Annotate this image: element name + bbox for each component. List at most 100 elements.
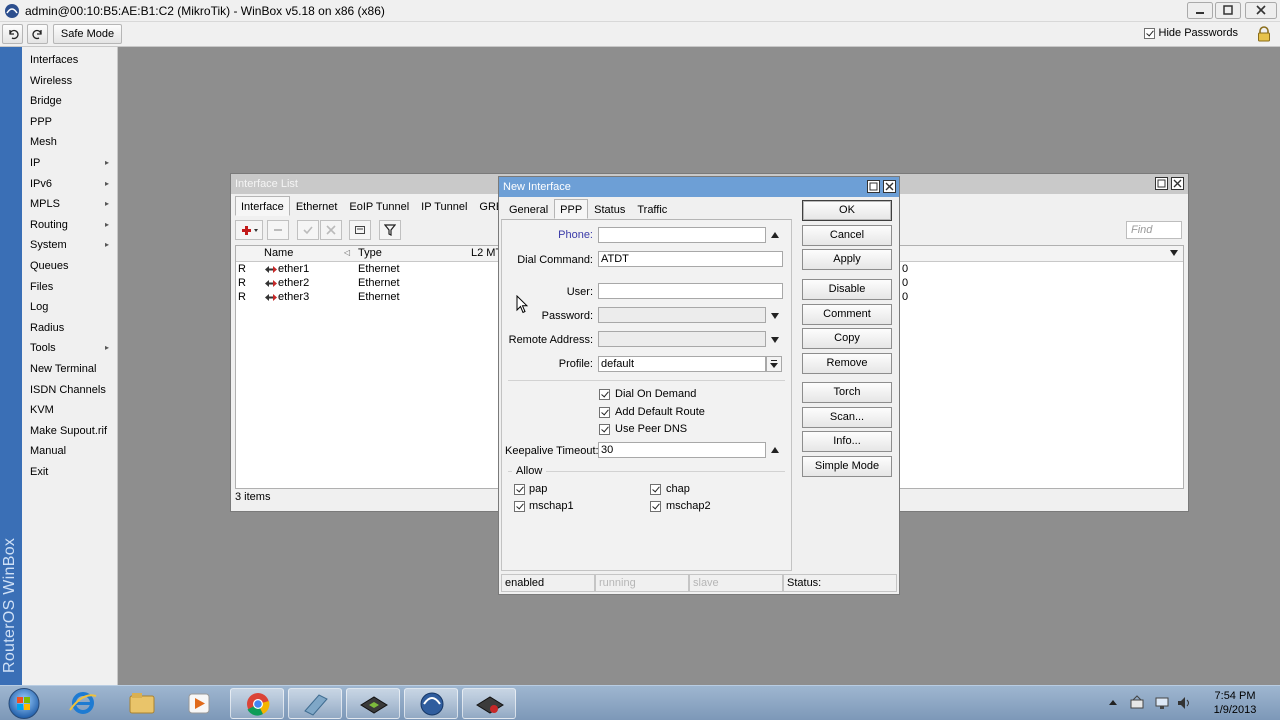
use-peer-dns-checkbox[interactable] <box>599 424 610 435</box>
menu-item-new-terminal[interactable]: New Terminal <box>22 359 118 379</box>
password-input[interactable] <box>598 307 766 323</box>
comment-button-dialog[interactable]: Comment <box>802 304 892 325</box>
dialog-maximize-button[interactable] <box>867 180 880 193</box>
apply-button[interactable]: Apply <box>802 249 892 270</box>
tab-traffic[interactable]: Traffic <box>631 199 673 219</box>
tab-ethernet[interactable]: Ethernet <box>290 196 344 216</box>
disable-button-dialog[interactable]: Disable <box>802 279 892 300</box>
menu-item-ipv6[interactable]: IPv6 ▸ <box>22 174 118 194</box>
interface-list-close-button[interactable] <box>1171 177 1184 190</box>
password-dropdown-icon[interactable] <box>771 313 779 319</box>
tab-general[interactable]: General <box>503 199 554 219</box>
taskbar-winbox-app[interactable] <box>288 688 342 719</box>
ethernet-port-icon <box>264 292 278 306</box>
start-button[interactable] <box>3 687 45 720</box>
menu-item-interfaces[interactable]: Interfaces <box>22 50 118 70</box>
info-button[interactable]: Info... <box>802 431 892 452</box>
ok-button[interactable]: OK <box>802 200 892 221</box>
taskbar-chrome[interactable] <box>230 688 284 719</box>
pap-checkbox[interactable] <box>514 484 525 495</box>
taskbar-file-explorer[interactable] <box>115 688 169 719</box>
torch-button[interactable]: Torch <box>802 382 892 403</box>
cancel-button[interactable]: Cancel <box>802 225 892 246</box>
taskbar-clock[interactable]: 7:54 PM 1/9/2013 <box>1206 689 1264 717</box>
taskbar: 7:54 PM 1/9/2013 <box>0 685 1280 720</box>
minimize-button[interactable] <box>1187 2 1213 19</box>
menu-item-system[interactable]: System ▸ <box>22 235 118 255</box>
redo-button[interactable] <box>27 24 48 44</box>
maximize-button[interactable] <box>1215 2 1241 19</box>
remote-address-dropdown-icon[interactable] <box>771 337 779 343</box>
hide-passwords-checkbox[interactable] <box>1143 27 1155 39</box>
menu-item-ip[interactable]: IP ▸ <box>22 153 118 173</box>
simple-mode-button[interactable]: Simple Mode <box>802 456 892 477</box>
taskbar-vm-app[interactable] <box>346 688 400 719</box>
enable-button[interactable] <box>297 220 319 240</box>
copy-button[interactable]: Copy <box>802 328 892 349</box>
find-input[interactable]: Find <box>1126 221 1182 239</box>
user-input[interactable] <box>598 283 783 299</box>
dial-on-demand-checkbox[interactable] <box>599 389 610 400</box>
menu-item-kvm[interactable]: KVM <box>22 400 118 420</box>
menu-item-wireless[interactable]: Wireless <box>22 71 118 91</box>
phone-input[interactable] <box>598 227 766 243</box>
menu-item-mpls[interactable]: MPLS ▸ <box>22 194 118 214</box>
collapse-keepalive-icon[interactable] <box>771 447 779 453</box>
close-window-button[interactable] <box>1245 2 1277 19</box>
profile-dropdown-button[interactable] <box>766 356 782 372</box>
volume-icon[interactable] <box>1176 695 1192 711</box>
interface-list-maximize-button[interactable] <box>1155 177 1168 190</box>
menu-item-queues[interactable]: Queues <box>22 256 118 276</box>
add-button[interactable] <box>235 220 263 240</box>
network-icon[interactable] <box>1154 695 1170 711</box>
comment-button[interactable] <box>349 220 371 240</box>
dialog-close-button[interactable] <box>883 180 896 193</box>
menu-item-routing[interactable]: Routing ▸ <box>22 215 118 235</box>
menu-item-make-supout-rif[interactable]: Make Supout.rif <box>22 421 118 441</box>
menu-item-isdn-channels[interactable]: ISDN Channels <box>22 380 118 400</box>
scan-button[interactable]: Scan... <box>802 407 892 428</box>
menu-item-radius[interactable]: Radius <box>22 318 118 338</box>
menu-item-tools[interactable]: Tools ▸ <box>22 338 118 358</box>
interface-list-title: Interface List <box>235 178 298 190</box>
taskbar-internet-explorer[interactable] <box>56 688 110 719</box>
column-name[interactable]: Name <box>264 247 293 259</box>
menu-item-mesh[interactable]: Mesh <box>22 132 118 152</box>
taskbar-network-app[interactable] <box>404 688 458 719</box>
dial-command-input[interactable]: ATDT <box>598 251 783 267</box>
taskbar-tool-app[interactable] <box>462 688 516 719</box>
filter-button[interactable] <box>379 220 401 240</box>
menu-item-log[interactable]: Log <box>22 297 118 317</box>
menu-item-bridge[interactable]: Bridge <box>22 91 118 111</box>
safe-mode-button[interactable]: Safe Mode <box>53 24 122 44</box>
menu-item-manual[interactable]: Manual <box>22 441 118 461</box>
tab-ppp[interactable]: PPP <box>554 199 589 219</box>
collapse-phone-icon[interactable] <box>771 232 779 238</box>
action-center-icon[interactable] <box>1129 695 1145 711</box>
menu-item-label: ISDN Channels <box>30 383 106 396</box>
remove-button-dialog[interactable]: Remove <box>802 353 892 374</box>
taskbar-media-player[interactable] <box>172 688 226 719</box>
menu-item-ppp[interactable]: PPP <box>22 112 118 132</box>
column-type[interactable]: Type <box>358 247 382 259</box>
remove-button[interactable] <box>267 220 289 240</box>
tab-status[interactable]: Status <box>588 199 631 219</box>
new-interface-titlebar[interactable]: New Interface <box>499 177 899 197</box>
show-hidden-icons-icon[interactable] <box>1108 698 1118 706</box>
tab-eoip-tunnel[interactable]: EoIP Tunnel <box>343 196 415 216</box>
menu-item-files[interactable]: Files <box>22 277 118 297</box>
keepalive-timeout-input[interactable]: 30 <box>598 442 766 458</box>
add-default-route-checkbox[interactable] <box>599 407 610 418</box>
menu-item-exit[interactable]: Exit <box>22 462 118 482</box>
dialog-status-bar: enabled running slave Status: <box>501 574 897 592</box>
profile-select[interactable]: default <box>598 356 766 372</box>
tab-interface[interactable]: Interface <box>235 196 290 216</box>
chap-checkbox[interactable] <box>650 484 661 495</box>
hide-passwords-toggle[interactable]: Hide Passwords <box>1143 27 1238 39</box>
remote-address-input[interactable] <box>598 331 766 347</box>
tab-ip-tunnel[interactable]: IP Tunnel <box>415 196 473 216</box>
mschap1-checkbox[interactable] <box>514 501 525 512</box>
mschap2-checkbox[interactable] <box>650 501 661 512</box>
undo-button[interactable] <box>2 24 23 44</box>
disable-button[interactable] <box>320 220 342 240</box>
